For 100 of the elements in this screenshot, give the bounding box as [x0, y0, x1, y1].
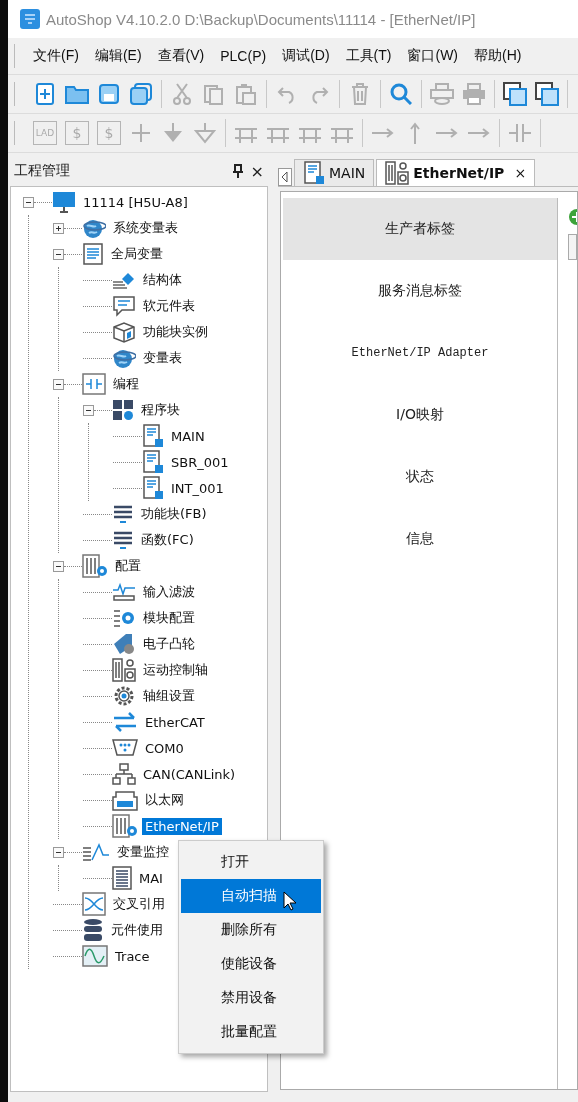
axis-icon — [385, 161, 410, 185]
tree-item[interactable]: EtherNet/IP — [142, 817, 222, 835]
pin-icon — [232, 164, 243, 178]
tree-item[interactable]: 软元件表 — [140, 296, 198, 316]
database-icon — [82, 918, 104, 942]
program-file-icon — [142, 476, 164, 500]
tree-item[interactable]: MAIN — [168, 427, 208, 445]
windows-icon — [535, 82, 559, 106]
tree-item[interactable]: 交叉引用 — [110, 894, 168, 914]
tree-item[interactable]: 函数(FC) — [138, 530, 197, 550]
tree-item[interactable]: 运动控制轴 — [140, 660, 211, 680]
speech-icon — [112, 295, 136, 317]
tree-item[interactable]: 程序块 — [138, 400, 183, 420]
collapse-toggle[interactable] — [53, 248, 64, 260]
program-file-icon — [142, 424, 164, 448]
tree-item[interactable]: 结构体 — [140, 270, 185, 290]
menu-item[interactable]: 查看(V) — [149, 47, 213, 65]
right-arrow-icon — [435, 126, 459, 140]
trash-icon — [350, 83, 370, 105]
tree-item[interactable]: 电子凸轮 — [140, 634, 198, 654]
document-icon — [82, 243, 104, 265]
tree-item[interactable]: 输入滤波 — [140, 582, 198, 602]
tree-item[interactable]: INT_001 — [168, 479, 227, 497]
nav-item[interactable]: 生产者标签 — [283, 198, 557, 260]
tree-item[interactable]: 编程 — [110, 374, 142, 394]
menu-item[interactable]: 自动扫描 — [181, 879, 321, 913]
ethernet-port-icon — [112, 789, 138, 811]
tree-item[interactable]: 变量表 — [140, 348, 185, 368]
expand-toggle[interactable] — [53, 222, 64, 234]
close-button[interactable]: × — [250, 161, 264, 181]
blocks-icon — [112, 399, 134, 421]
menu-item[interactable]: 禁用设备 — [181, 981, 321, 1015]
tree-item[interactable]: Trace — [112, 947, 153, 965]
menu-item[interactable]: 使能设备 — [181, 947, 321, 981]
tree-item[interactable]: 以太网 — [142, 790, 187, 810]
module-gear-icon — [112, 607, 136, 629]
scroll-left-icon — [278, 168, 292, 186]
tree-item[interactable]: SBR_001 — [168, 453, 232, 471]
shuffle-icon — [82, 892, 106, 916]
cross-icon — [130, 122, 152, 144]
contact-icon — [508, 122, 532, 144]
tree-item[interactable]: 变量监控 — [114, 842, 172, 862]
tree-item[interactable]: 模块配置 — [140, 608, 198, 628]
diamond-icon — [112, 270, 136, 290]
gear-icon — [112, 684, 136, 708]
tree-item[interactable]: 元件使用 — [108, 920, 166, 940]
tree-item[interactable]: MAI — [136, 869, 166, 887]
collapse-toggle[interactable] — [83, 404, 94, 416]
cut-icon — [172, 83, 192, 105]
tree-item[interactable]: 系统变量表 — [110, 218, 181, 238]
menu-item[interactable]: 编辑(E) — [86, 47, 150, 65]
editor-tab[interactable]: MAIN — [294, 159, 375, 186]
tree-item[interactable]: CAN(CANLink) — [140, 765, 239, 783]
ladder-icon — [82, 373, 106, 395]
list-icon — [112, 530, 134, 550]
tree-item[interactable]: COM0 — [142, 739, 187, 757]
menu-item[interactable]: 窗口(W) — [399, 47, 466, 65]
monitor-icon — [52, 191, 76, 213]
menu-item[interactable]: 文件(F) — [25, 47, 87, 65]
folder-icon — [65, 84, 89, 104]
globe-icon — [82, 217, 106, 239]
down-arrow-icon — [162, 122, 184, 144]
printer-icon — [462, 83, 486, 105]
cursor-icon — [283, 891, 297, 911]
menu-item[interactable]: PLC(P) — [212, 48, 275, 64]
collapse-toggle[interactable] — [53, 846, 64, 858]
tree-item[interactable]: 功能块(FB) — [138, 504, 210, 524]
menu-item[interactable]: 打开 — [181, 845, 321, 879]
menu-item[interactable]: 删除所有 — [181, 913, 321, 947]
tree-item[interactable]: 轴组设置 — [140, 686, 198, 706]
collapse-toggle[interactable] — [53, 560, 64, 572]
tree-item[interactable]: 全局变量 — [108, 244, 166, 264]
menu-item[interactable]: 帮助(H) — [466, 47, 530, 65]
list-icon — [112, 504, 134, 524]
editor-tab[interactable]: EtherNet/IP × — [376, 159, 536, 186]
copy-icon — [204, 83, 224, 105]
arrows-icon — [112, 711, 138, 733]
new-icon — [35, 83, 55, 105]
redo-icon — [309, 84, 329, 104]
collapse-toggle[interactable] — [23, 196, 34, 208]
network-icon — [112, 763, 136, 785]
down-triangle-icon — [194, 122, 216, 144]
window-title: AutoShop V4.10.2.0 D:\Backup\Documents\11114 - [EtherNet/IP] — [46, 10, 476, 28]
menu-item[interactable]: 工具(T) — [337, 47, 400, 65]
tree-item[interactable]: 配置 — [112, 556, 144, 576]
app-icon — [20, 9, 40, 29]
tree-item[interactable]: EtherCAT — [142, 713, 208, 731]
file-list-icon — [112, 866, 132, 890]
menu-item[interactable]: 批量配置 — [181, 1015, 321, 1049]
collapse-toggle[interactable] — [53, 378, 64, 390]
port-icon — [112, 738, 138, 758]
program-file-icon — [142, 450, 164, 474]
paste-icon — [236, 83, 256, 105]
axis-icon — [112, 658, 136, 682]
menu-item[interactable]: 调试(D) — [274, 47, 338, 65]
panel-title: 工程管理 — [14, 162, 71, 180]
program-file-icon — [303, 161, 325, 185]
tree-item[interactable]: 功能块实例 — [140, 322, 211, 342]
windows-icon — [503, 82, 527, 106]
tree-item[interactable]: 11114 [H5U-A8] — [80, 193, 191, 211]
